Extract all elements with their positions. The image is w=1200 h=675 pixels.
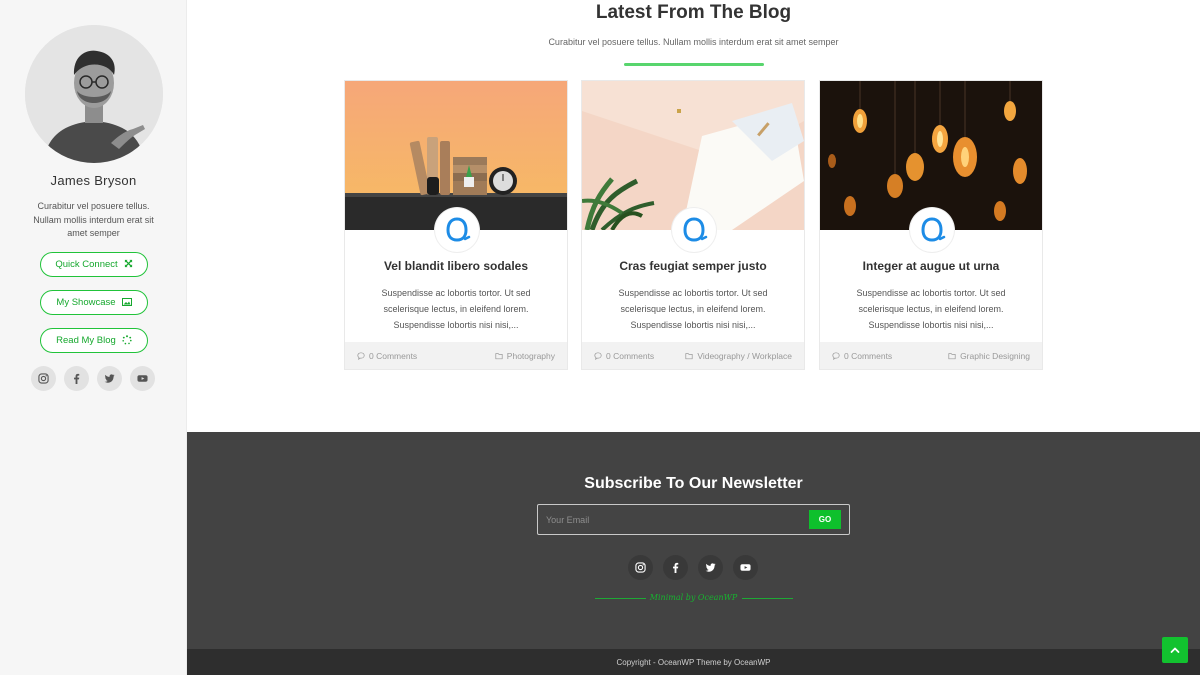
- oceanwp-logo-icon: [910, 208, 954, 252]
- comments-link[interactable]: 0 Comments: [357, 351, 417, 361]
- blog-card-title[interactable]: Vel blandit libero sodales: [345, 259, 567, 273]
- read-my-blog-label: Read My Blog: [56, 335, 116, 346]
- folder-icon: [685, 352, 693, 359]
- email-field[interactable]: [546, 510, 796, 529]
- arrows-expand-icon: [124, 259, 133, 270]
- comment-icon: [357, 351, 365, 360]
- read-my-blog-button[interactable]: Read My Blog: [40, 328, 148, 353]
- avatar: [25, 25, 163, 163]
- blog-card[interactable]: Integer at augue ut urna Suspendisse ac …: [819, 80, 1043, 370]
- blog-card[interactable]: Vel blandit libero sodales Suspendisse a…: [344, 80, 568, 370]
- subscribe-button[interactable]: GO: [809, 510, 841, 529]
- quick-connect-button[interactable]: Quick Connect: [40, 252, 148, 277]
- comments-count: 0 Comments: [844, 350, 893, 361]
- quick-connect-label: Quick Connect: [55, 259, 118, 270]
- copyright-bar: Copyright - OceanWP Theme by OceanWP: [187, 649, 1200, 675]
- blog-card-meta: 0 Comments Graphic Designing: [820, 342, 1042, 369]
- oceanwp-logo-icon: [672, 208, 716, 252]
- blog-card[interactable]: Cras feugiat semper justo Suspendisse ac…: [581, 80, 805, 370]
- my-showcase-label: My Showcase: [56, 297, 116, 308]
- oceanwp-logo-icon: [435, 208, 479, 252]
- newsletter-title: Subscribe To Our Newsletter: [584, 475, 803, 492]
- spinner-icon: [122, 334, 132, 347]
- blog-card-excerpt: Suspendisse ac lobortis tortor. Ut sed s…: [856, 288, 1006, 330]
- blog-card-meta: 0 Comments Photography: [345, 342, 567, 369]
- blog-section-title: Latest From The Blog: [595, 2, 792, 23]
- profile-bio: Curabitur vel posuere tellus. Nullam mol…: [33, 201, 154, 238]
- blog-card-excerpt: Suspendisse ac lobortis tortor. Ut sed s…: [618, 288, 768, 330]
- sidebar-social-links: [31, 366, 155, 391]
- facebook-icon[interactable]: [663, 555, 688, 580]
- youtube-icon[interactable]: [130, 366, 155, 391]
- category-label: Graphic Designing: [960, 350, 1030, 361]
- twitter-icon[interactable]: [97, 366, 122, 391]
- blog-card-meta: 0 Comments Videography / Workplace: [582, 342, 804, 369]
- footer-social-links: [628, 555, 758, 580]
- folder-icon: [948, 352, 956, 359]
- my-showcase-button[interactable]: My Showcase: [40, 290, 148, 315]
- newsletter-form: GO: [537, 504, 850, 535]
- blog-card-title[interactable]: Cras feugiat semper justo: [582, 259, 804, 273]
- category-link[interactable]: Graphic Designing: [948, 351, 1030, 361]
- comment-icon: [594, 351, 602, 360]
- chevron-up-icon: [1170, 647, 1180, 653]
- youtube-icon[interactable]: [733, 555, 758, 580]
- profile-name: James Bryson: [50, 173, 137, 188]
- comments-link[interactable]: 0 Comments: [832, 351, 892, 361]
- category-label: Videography / Workplace: [697, 350, 792, 361]
- category-link[interactable]: Photography: [495, 351, 555, 361]
- twitter-icon[interactable]: [698, 555, 723, 580]
- instagram-icon[interactable]: [628, 555, 653, 580]
- image-icon: [121, 297, 132, 308]
- copyright-text: Copyright - OceanWP Theme by OceanWP: [616, 657, 771, 667]
- title-divider: [624, 63, 764, 66]
- folder-icon: [495, 352, 503, 359]
- profile-sidebar: James Bryson Curabitur vel posuere tellu…: [0, 0, 187, 675]
- newsletter-footer: Subscribe To Our Newsletter GO Minimal b…: [187, 432, 1200, 649]
- footer-tagline: Minimal by OceanWP: [649, 593, 738, 602]
- comments-count: 0 Comments: [606, 350, 655, 361]
- tagline-line-right: [742, 598, 793, 599]
- comment-icon: [832, 351, 840, 360]
- facebook-icon[interactable]: [64, 366, 89, 391]
- scroll-to-top-button[interactable]: [1162, 637, 1188, 663]
- comments-link[interactable]: 0 Comments: [594, 351, 654, 361]
- category-label: Photography: [506, 350, 555, 361]
- category-link[interactable]: Videography / Workplace: [685, 351, 792, 361]
- comments-count: 0 Comments: [369, 350, 418, 361]
- blog-card-title[interactable]: Integer at augue ut urna: [820, 259, 1042, 273]
- blog-section-subtitle: Curabitur vel posuere tellus. Nullam mol…: [548, 37, 839, 47]
- instagram-icon[interactable]: [31, 366, 56, 391]
- blog-card-excerpt: Suspendisse ac lobortis tortor. Ut sed s…: [381, 288, 531, 330]
